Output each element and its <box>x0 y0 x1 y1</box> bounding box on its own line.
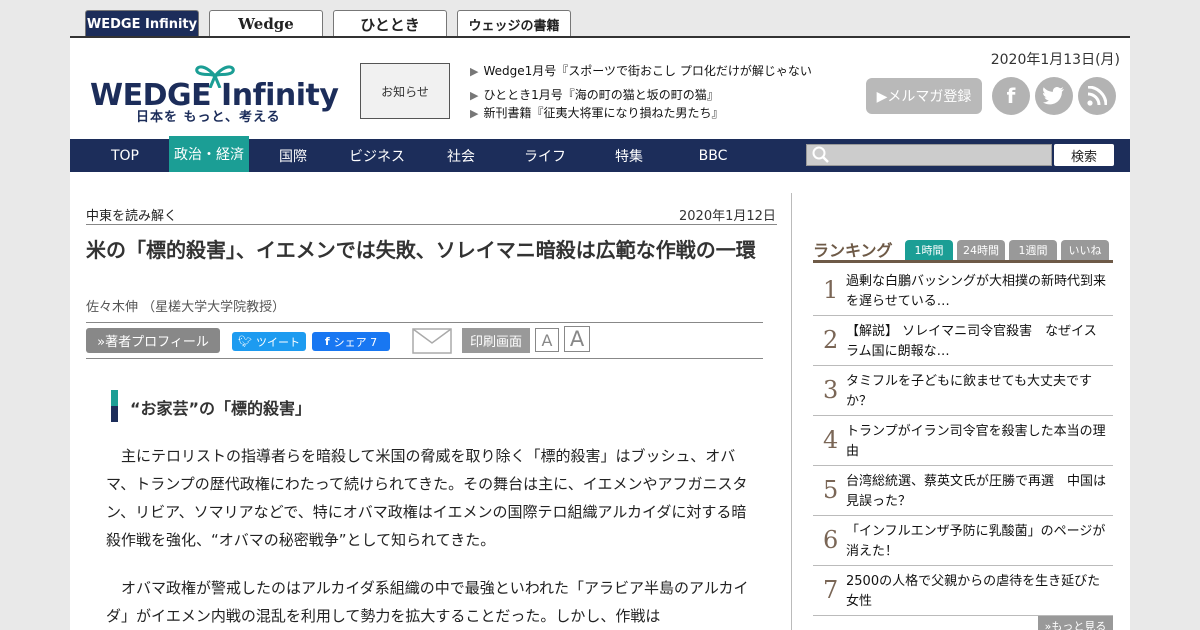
notice-button[interactable]: お知らせ <box>360 63 450 119</box>
nav-life[interactable]: ライフ <box>515 139 575 172</box>
ranking-tab-1h[interactable]: 1時間 <box>905 240 953 260</box>
search-input[interactable] <box>806 144 1052 166</box>
nav-business[interactable]: ビジネス <box>337 139 417 172</box>
print-button[interactable]: 印刷画面 <box>462 328 530 353</box>
facebook-icon: f <box>324 335 330 348</box>
ranking-item[interactable]: 7 2500の人格で父親からの虐待を生き延びた女性 <box>813 566 1113 616</box>
news-item[interactable]: ▶ Wedge1月号『スポーツで街おこし プロ化だけが解じゃない <box>470 62 812 79</box>
nav-top[interactable]: TOP <box>100 139 150 172</box>
nav-politics[interactable]: 政治・経済 <box>169 136 249 172</box>
ranking-title: ランキング <box>813 241 893 260</box>
nav-bbc[interactable]: BBC <box>688 139 738 172</box>
tweet-button[interactable]: 🐦︎ ツイート <box>232 332 306 351</box>
ranking-divider <box>813 260 1113 263</box>
triangle-icon: ▶ <box>470 89 479 102</box>
tab-wedge[interactable]: Wedge <box>209 10 323 37</box>
author-profile-button[interactable]: »著者プロフィール <box>86 328 220 353</box>
news-item[interactable]: ▶ 新刊書籍『征夷大将軍になり損ねた男たち』 <box>470 104 723 121</box>
tab-wedge-books[interactable]: ウェッジの書籍 <box>457 10 571 37</box>
column-divider <box>791 193 792 630</box>
divider <box>86 224 777 225</box>
mail-icon[interactable] <box>412 328 452 354</box>
article-paragraph: オバマ政権が警戒したのはアルカイダ系組織の中で最強といわれた「アラビア半島のアル… <box>106 579 749 625</box>
article-paragraph: 主にテロリストの指導者らを暗殺して米国の脅威を取り除く「標的殺害」はブッシュ、オ… <box>106 447 748 549</box>
search-button[interactable]: 検索 <box>1054 144 1114 166</box>
triangle-icon: ▶ <box>470 65 479 78</box>
font-small-button[interactable]: A <box>535 328 559 352</box>
nav-feature[interactable]: 特集 <box>604 139 654 172</box>
article-title: 米の「標的殺害」、イエメンでは失敗、ソレイマニ暗殺は広範な作戦の一環 <box>86 238 756 262</box>
ranking-more-button[interactable]: »もっと見る <box>1038 616 1113 630</box>
ranking-item[interactable]: 4 トランプがイラン司令官を殺害した本当の理由 <box>813 416 1113 466</box>
article-date: 2020年1月12日 <box>679 209 776 224</box>
ranking-item[interactable]: 1 過剰な白鵬バッシングが大相撲の新時代到来を遅らせている… <box>813 266 1113 316</box>
article-subheading: “お家芸”の「標的殺害」 <box>130 399 312 418</box>
facebook-share-button[interactable]: f シェア 7 <box>312 332 390 351</box>
tab-hitotoki[interactable]: ひととき <box>333 10 447 37</box>
logo-tagline: 日本を もっと、考える <box>136 110 281 125</box>
ranking-item[interactable]: 6 「インフルエンザ予防に乳酸菌」のページが消えた！ <box>813 516 1113 566</box>
twitter-bird-icon: 🐦︎ <box>238 335 252 348</box>
nav-international[interactable]: 国際 <box>268 139 318 172</box>
ranking-tab-likes[interactable]: いいね <box>1061 240 1109 260</box>
divider <box>86 322 763 323</box>
ranking-item[interactable]: 2 【解説】 ソレイマニ司令官殺害 なぜイスラム国に朗報な… <box>813 316 1113 366</box>
ranking-tab-24h[interactable]: 24時間 <box>957 240 1005 260</box>
rss-icon[interactable] <box>1078 77 1116 115</box>
article-category[interactable]: 中東を読み解く <box>86 205 177 224</box>
triangle-icon: ▶ <box>470 107 479 120</box>
header-date: 2020年1月13日(月) <box>990 52 1120 68</box>
facebook-icon[interactable]: f <box>992 77 1030 115</box>
news-item[interactable]: ▶ ひととき1月号『海の町の猫と坂の町の猫』 <box>470 86 719 103</box>
search-icon <box>812 146 829 163</box>
ranking-item[interactable]: 3 タミフルを子どもに飲ませても大丈夫ですか？ <box>813 366 1113 416</box>
divider <box>86 358 763 359</box>
ranking-tab-1w[interactable]: 1週間 <box>1009 240 1057 260</box>
newsletter-button[interactable]: ▶メルマガ登録 <box>866 78 982 114</box>
ranking-item[interactable]: 5 台湾総統選、蔡英文氏が圧勝で再選 中国は見誤った？ <box>813 466 1113 516</box>
article-author: 佐々木伸 （星槎大学大学院教授） <box>86 300 286 315</box>
subheading-marker <box>111 390 118 422</box>
tab-wedge-infinity[interactable]: WEDGE Infinity <box>85 10 199 37</box>
nav-society[interactable]: 社会 <box>436 139 486 172</box>
font-large-button[interactable]: A <box>564 326 590 352</box>
twitter-icon[interactable] <box>1035 77 1073 115</box>
